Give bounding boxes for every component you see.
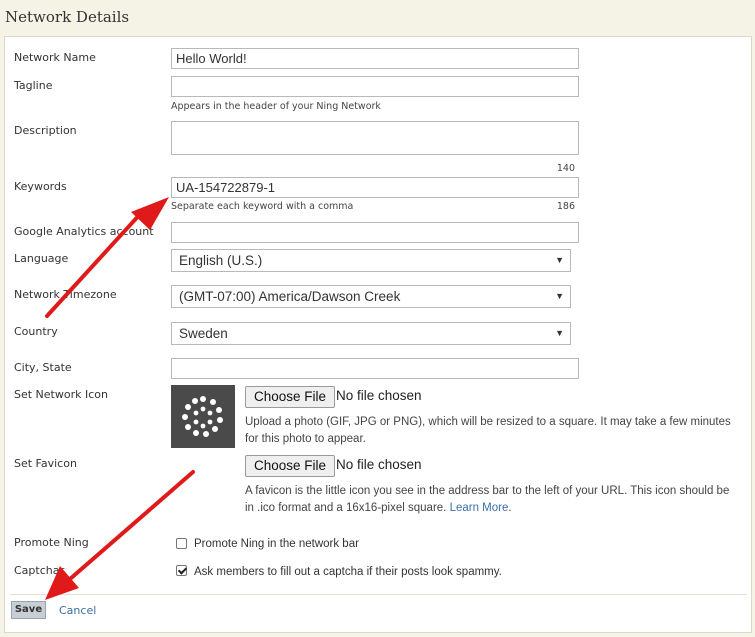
network-icon-label: Set Network Icon (14, 388, 108, 401)
choose-favicon-button[interactable]: Choose File (245, 455, 336, 477)
description-label: Description (14, 124, 77, 137)
chevron-down-icon: ▼ (555, 255, 564, 265)
page-title: Network Details (5, 8, 130, 26)
description-textarea[interactable] (171, 121, 579, 155)
country-select[interactable]: Sweden ▼ (171, 322, 571, 345)
promote-ning-label: Promote Ning (14, 536, 89, 549)
promote-ning-checkbox[interactable] (176, 538, 187, 549)
keywords-hint: Separate each keyword with a comma (171, 201, 354, 212)
keywords-counter: 186 (556, 201, 575, 212)
language-select[interactable]: English (U.S.) ▼ (171, 249, 571, 272)
tagline-hint: Appears in the header of your Ning Netwo… (171, 101, 381, 112)
choose-network-icon-button[interactable]: Choose File (245, 386, 336, 408)
network-icon-description: Upload a photo (GIF, JPG or PNG), which … (245, 416, 731, 445)
country-label: Country (14, 325, 58, 338)
save-button[interactable]: Save (11, 601, 46, 619)
google-analytics-input[interactable] (171, 222, 579, 243)
chevron-down-icon: ▼ (555, 291, 564, 301)
city-state-input[interactable] (171, 358, 579, 379)
network-icon-file-status: No file chosen (336, 388, 422, 403)
timezone-select[interactable]: (GMT-07:00) America/Dawson Creek ▼ (171, 285, 571, 308)
network-name-input[interactable]: Hello World! (171, 48, 579, 69)
language-label: Language (14, 252, 69, 265)
language-selected: English (U.S.) (179, 253, 263, 268)
captcha-checkbox-label: Ask members to fill out a captcha if the… (194, 566, 502, 578)
keywords-input[interactable]: UA-154722879-1 (171, 177, 579, 198)
captcha-label: Captchas (14, 564, 66, 577)
footer-divider (10, 594, 747, 595)
dot-ring-icon (171, 385, 235, 448)
network-name-label: Network Name (14, 51, 96, 64)
captcha-checkbox[interactable] (176, 565, 187, 576)
tagline-input[interactable] (171, 76, 579, 97)
favicon-file-status: No file chosen (336, 457, 422, 472)
country-selected: Sweden (179, 326, 228, 341)
cancel-link[interactable]: Cancel (59, 604, 96, 617)
chevron-down-icon: ▼ (555, 328, 564, 338)
google-analytics-label: Google Analytics account (14, 225, 154, 238)
promote-ning-checkbox-label: Promote Ning in the network bar (194, 538, 359, 550)
favicon-description: A favicon is the little icon you see in … (245, 483, 735, 517)
network-details-panel: Network Name Hello World! Tagline Appear… (4, 36, 752, 633)
city-state-label: City, State (14, 361, 72, 374)
favicon-label: Set Favicon (14, 457, 77, 470)
favicon-link-suffix: . (508, 502, 512, 514)
timezone-selected: (GMT-07:00) America/Dawson Creek (179, 289, 401, 304)
tagline-label: Tagline (14, 79, 53, 92)
learn-more-link[interactable]: Learn More (450, 502, 509, 514)
keywords-label: Keywords (14, 180, 67, 193)
timezone-label: Network Timezone (14, 288, 117, 301)
description-counter: 140 (556, 163, 575, 174)
